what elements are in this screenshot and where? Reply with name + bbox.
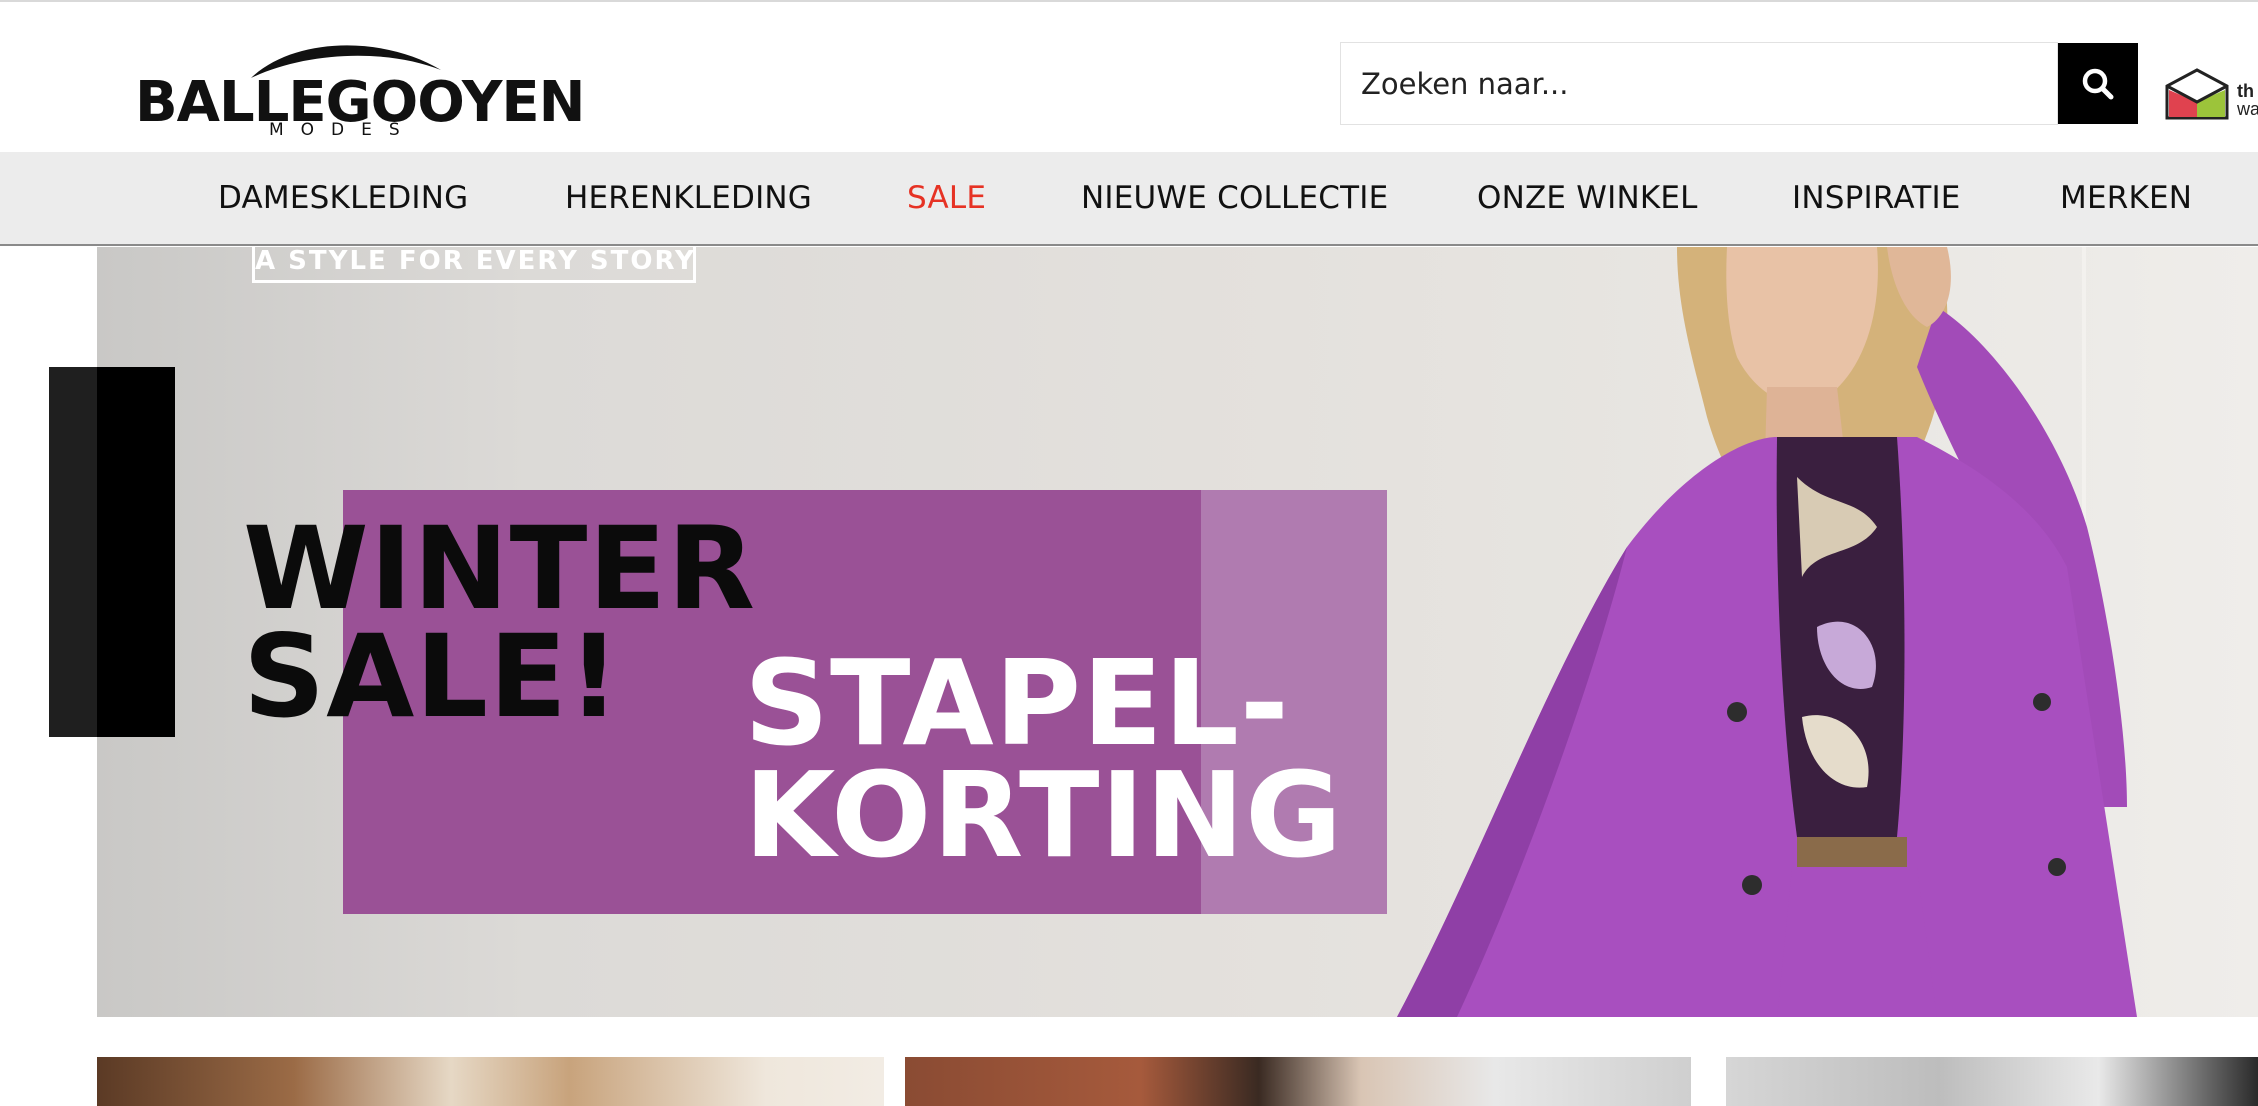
hero-headline: WINTER SALE! (243, 502, 756, 743)
logo-subtitle: MODES (269, 120, 417, 140)
search-button[interactable] (2058, 43, 2138, 124)
search-box (1340, 42, 2058, 125)
hero-banner[interactable]: A STYLE FOR EVERY STORY WINTER SALE! STA… (97, 247, 2258, 1017)
partner-text: th wa (2237, 82, 2258, 118)
slider-handle-edge (49, 367, 97, 737)
brand-logo[interactable]: BALLEGOOYEN MODES (135, 42, 585, 147)
hero-tagline: A STYLE FOR EVERY STORY (252, 247, 696, 283)
house-logo-icon (2165, 68, 2229, 120)
category-tile-3[interactable] (1726, 1057, 2258, 1106)
slider-handle-body (97, 367, 175, 737)
category-tile-2[interactable] (905, 1057, 1691, 1106)
nav-item-inspiratie[interactable]: INSPIRATIE (1792, 152, 1961, 244)
nav-item-nieuwe-collectie[interactable]: NIEUWE COLLECTIE (1081, 152, 1388, 244)
nav-item-sale[interactable]: SALE (907, 152, 986, 244)
search-input[interactable] (1341, 43, 2057, 124)
model-photo (1397, 247, 2137, 1017)
partner-badge[interactable]: th wa (2163, 64, 2258, 124)
main-navigation: DAMESKLEDING HERENKLEDING SALE NIEUWE CO… (0, 152, 2258, 246)
hero-promo-text: STAPEL- KORTING (744, 634, 1344, 884)
partner-text-line2: wa (2237, 99, 2258, 119)
slider-prev-handle[interactable] (49, 367, 175, 737)
partner-text-line1: th (2237, 81, 2254, 101)
search-icon (2082, 68, 2114, 99)
nav-item-dameskleding[interactable]: DAMESKLEDING (218, 152, 468, 244)
site-header: BALLEGOOYEN MODES th wa (0, 2, 2258, 152)
category-tile-1[interactable] (97, 1057, 884, 1106)
nav-item-merken[interactable]: MERKEN (2060, 152, 2192, 244)
nav-item-herenkleding[interactable]: HERENKLEDING (565, 152, 812, 244)
nav-item-onze-winkel[interactable]: ONZE WINKEL (1477, 152, 1698, 244)
